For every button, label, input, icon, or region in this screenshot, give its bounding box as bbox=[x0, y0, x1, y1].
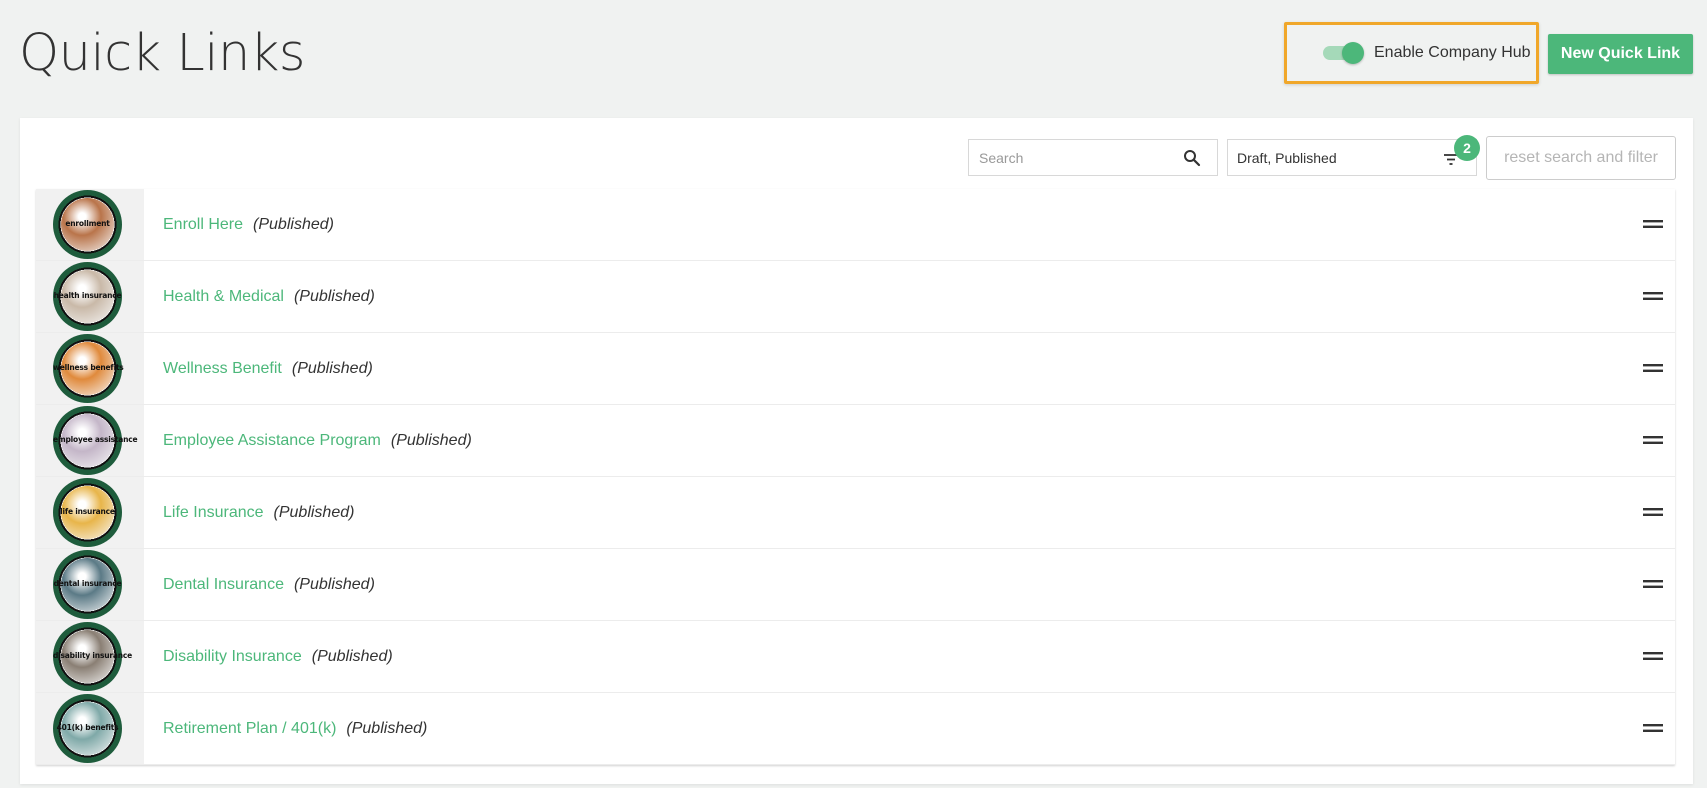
thumbnail-label: life insurance bbox=[60, 507, 115, 516]
quick-link-status: (Published) bbox=[273, 503, 355, 521]
list-item[interactable]: health insurance Health & Medical (Publi… bbox=[36, 261, 1675, 333]
quick-link-status: (Published) bbox=[311, 647, 393, 665]
thumbnail-image: health insurance bbox=[53, 262, 122, 331]
company-hub-toggle-label[interactable]: Enable Company Hub bbox=[1374, 44, 1531, 62]
search-input[interactable] bbox=[969, 140, 1189, 175]
search-field bbox=[968, 139, 1218, 176]
drag-handle-icon[interactable] bbox=[1643, 363, 1663, 373]
page-title: Quick Links bbox=[19, 24, 305, 83]
filter-count-badge: 2 bbox=[1454, 135, 1480, 161]
thumbnail-label: disability insurance bbox=[53, 651, 132, 660]
drag-handle-icon[interactable] bbox=[1643, 579, 1663, 589]
thumbnail-label: dental insurance bbox=[53, 579, 122, 588]
drag-handle-icon[interactable] bbox=[1643, 507, 1663, 517]
company-hub-toggle[interactable] bbox=[1323, 42, 1364, 64]
list-item[interactable]: life insurance Life Insurance (Published… bbox=[36, 477, 1675, 549]
new-quick-link-button[interactable]: New Quick Link bbox=[1548, 34, 1693, 74]
quick-link-title[interactable]: Retirement Plan / 401(k) bbox=[163, 720, 336, 738]
list-item[interactable]: employee assistance Employee Assistance … bbox=[36, 405, 1675, 477]
thumbnail-label: health insurance bbox=[53, 291, 122, 300]
quick-link-status: (Published) bbox=[390, 431, 472, 449]
thumbnail-wrapper: dental insurance bbox=[36, 549, 144, 620]
quick-link-title[interactable]: Employee Assistance Program bbox=[163, 432, 381, 450]
quick-link-status: (Published) bbox=[291, 359, 373, 377]
thumbnail-image: employee assistance bbox=[53, 406, 138, 475]
quick-link-title[interactable]: Dental Insurance bbox=[163, 576, 284, 594]
list-item[interactable]: wellness benefits Wellness Benefit (Publ… bbox=[36, 333, 1675, 405]
thumbnail-wrapper: 401(k) benefits bbox=[36, 693, 144, 764]
status-filter-select[interactable]: Draft, Published bbox=[1227, 139, 1477, 176]
drag-handle-icon[interactable] bbox=[1643, 219, 1663, 229]
search-icon[interactable] bbox=[1183, 149, 1201, 167]
quick-link-status: (Published) bbox=[253, 215, 334, 233]
thumbnail-label: wellness benefits bbox=[53, 363, 124, 372]
list-item[interactable]: enrollment Enroll Here (Published) bbox=[36, 189, 1675, 261]
thumbnail-wrapper: health insurance bbox=[36, 261, 144, 332]
quick-links-list: enrollment Enroll Here (Published) healt… bbox=[36, 189, 1675, 765]
quick-link-status: (Published) bbox=[293, 287, 375, 305]
company-hub-toggle-container: Enable Company Hub bbox=[1284, 22, 1539, 84]
thumbnail-label: 401(k) benefits bbox=[56, 723, 119, 732]
drag-handle-icon[interactable] bbox=[1643, 651, 1663, 661]
thumbnail-wrapper: wellness benefits bbox=[36, 333, 144, 404]
thumbnail-image: disability insurance bbox=[53, 622, 132, 691]
thumbnail-image: life insurance bbox=[53, 478, 122, 547]
thumbnail-image: enrollment bbox=[53, 190, 122, 259]
list-item[interactable]: 401(k) benefits Retirement Plan / 401(k)… bbox=[36, 693, 1675, 765]
thumbnail-image: wellness benefits bbox=[53, 334, 124, 403]
toggle-thumb bbox=[1342, 42, 1364, 64]
thumbnail-image: dental insurance bbox=[53, 550, 122, 619]
thumbnail-image: 401(k) benefits bbox=[53, 694, 122, 763]
drag-handle-icon[interactable] bbox=[1643, 291, 1663, 301]
quick-link-status: (Published) bbox=[346, 719, 428, 737]
thumbnail-wrapper: enrollment bbox=[36, 189, 144, 260]
list-item[interactable]: dental insurance Dental Insurance (Publi… bbox=[36, 549, 1675, 621]
quick-link-title[interactable]: Life Insurance bbox=[163, 504, 264, 522]
thumbnail-label: employee assistance bbox=[53, 435, 138, 444]
thumbnail-wrapper: life insurance bbox=[36, 477, 144, 548]
drag-handle-icon[interactable] bbox=[1643, 723, 1663, 733]
quick-link-title[interactable]: Disability Insurance bbox=[163, 648, 302, 666]
quick-link-title[interactable]: Wellness Benefit bbox=[163, 360, 282, 378]
thumbnail-wrapper: employee assistance bbox=[36, 405, 144, 476]
list-item[interactable]: disability insurance Disability Insuranc… bbox=[36, 621, 1675, 693]
quick-links-card: Draft, Published 2 reset search and filt… bbox=[20, 118, 1693, 784]
reset-search-filter-button[interactable]: reset search and filter bbox=[1486, 136, 1676, 180]
quick-link-title[interactable]: Enroll Here bbox=[163, 216, 243, 234]
status-filter-value: Draft, Published bbox=[1237, 149, 1337, 166]
drag-handle-icon[interactable] bbox=[1643, 435, 1663, 445]
thumbnail-label: enrollment bbox=[65, 219, 110, 228]
quick-link-title[interactable]: Health & Medical bbox=[163, 288, 284, 306]
thumbnail-wrapper: disability insurance bbox=[36, 621, 144, 692]
quick-link-status: (Published) bbox=[293, 575, 375, 593]
